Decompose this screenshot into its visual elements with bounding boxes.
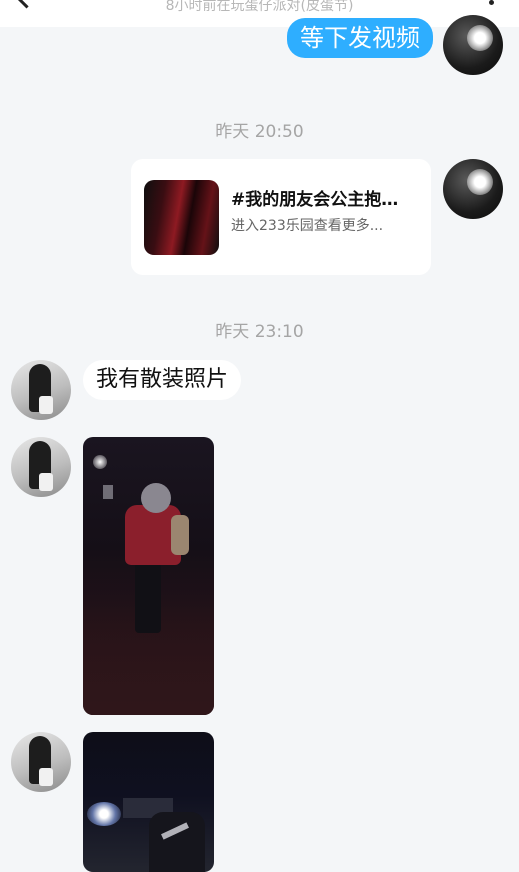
avatar-blur xyxy=(467,25,493,51)
photo-person-arm xyxy=(171,515,189,555)
my-avatar[interactable] xyxy=(443,159,503,219)
friend-avatar[interactable] xyxy=(11,732,71,792)
more-options-icon[interactable] xyxy=(489,0,494,5)
photo-person-legs xyxy=(135,563,161,633)
top-bar: 8小时前在玩蛋仔派对(皮蛋节) xyxy=(0,0,519,27)
my-avatar[interactable] xyxy=(443,15,503,75)
card-description: 进入233乐园查看更多... xyxy=(231,218,384,234)
incoming-photo[interactable] xyxy=(83,732,214,872)
avatar-blur xyxy=(467,169,493,195)
avatar-figure-legs xyxy=(39,473,53,491)
incoming-message-bubble[interactable]: 我有散装照片 xyxy=(83,360,242,400)
friend-avatar[interactable] xyxy=(11,437,71,497)
photo-light-glare xyxy=(87,802,121,826)
photo-window-light xyxy=(103,485,113,499)
photo-streetlight xyxy=(93,455,107,469)
friend-avatar[interactable] xyxy=(11,360,71,420)
timestamp: 昨天 23:10 xyxy=(215,322,304,342)
photo-person xyxy=(149,812,205,872)
status-subtitle: 8小时前在玩蛋仔派对(皮蛋节) xyxy=(165,0,354,14)
shared-video-card[interactable]: #我的朋友会公主抱… 进入233乐园查看更多... xyxy=(131,159,431,275)
video-thumbnail xyxy=(144,180,219,255)
timestamp: 昨天 20:50 xyxy=(215,122,304,142)
photo-person-head xyxy=(141,483,171,513)
avatar-figure-legs xyxy=(39,396,53,414)
incoming-photo[interactable] xyxy=(83,437,214,715)
incoming-message-text: 我有散装照片 xyxy=(96,367,229,392)
outgoing-message-bubble[interactable]: 等下发视频 xyxy=(287,18,433,58)
card-title: #我的朋友会公主抱… xyxy=(231,190,399,210)
outgoing-message-text: 等下发视频 xyxy=(300,24,420,52)
avatar-figure-legs xyxy=(39,768,53,786)
